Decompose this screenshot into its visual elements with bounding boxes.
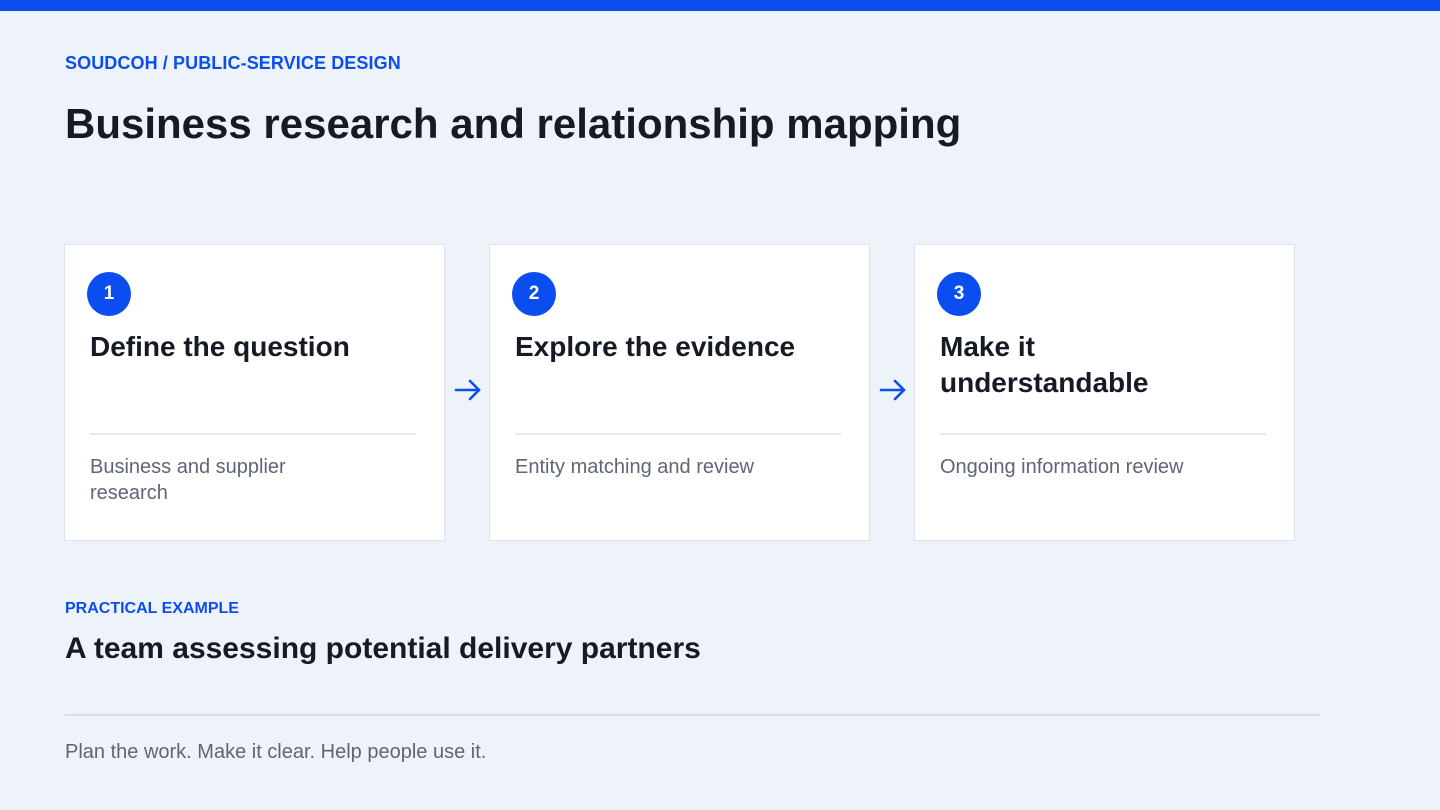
example-title: A team assessing potential delivery part…	[65, 632, 701, 665]
page-title: Business research and relationship mappi…	[65, 100, 962, 147]
step-number-badge: 3	[937, 272, 981, 316]
step-description: Business and supplier research	[90, 456, 286, 504]
step-card-2: 2 Explore the evidence Entity matching a…	[489, 244, 870, 541]
step-card-1: 1 Define the question Business and suppl…	[64, 244, 445, 541]
arrow-right-icon	[879, 379, 906, 401]
step-title: Make it understandable	[940, 331, 1149, 398]
step-title: Explore the evidence	[515, 331, 796, 362]
step-number-badge: 2	[512, 272, 556, 316]
example-kicker: PRACTICAL EXAMPLE	[65, 600, 239, 617]
arrow-right-icon	[454, 379, 481, 401]
step-number-badge: 1	[87, 272, 131, 316]
top-accent-bar	[0, 0, 1440, 11]
step-description: Entity matching and review	[515, 456, 755, 478]
step-description: Ongoing information review	[940, 456, 1184, 478]
footer-divider	[65, 714, 1320, 716]
step-title: Define the question	[90, 331, 350, 362]
card-divider	[90, 433, 416, 435]
card-divider	[515, 433, 841, 435]
footer-tagline: Plan the work. Make it clear. Help peopl…	[65, 741, 487, 763]
step-card-3: 3 Make it understandable Ongoing informa…	[914, 244, 1295, 541]
breadcrumb-eyebrow: SOUDCOH / PUBLIC-SERVICE DESIGN	[65, 53, 401, 73]
card-divider	[940, 433, 1266, 435]
